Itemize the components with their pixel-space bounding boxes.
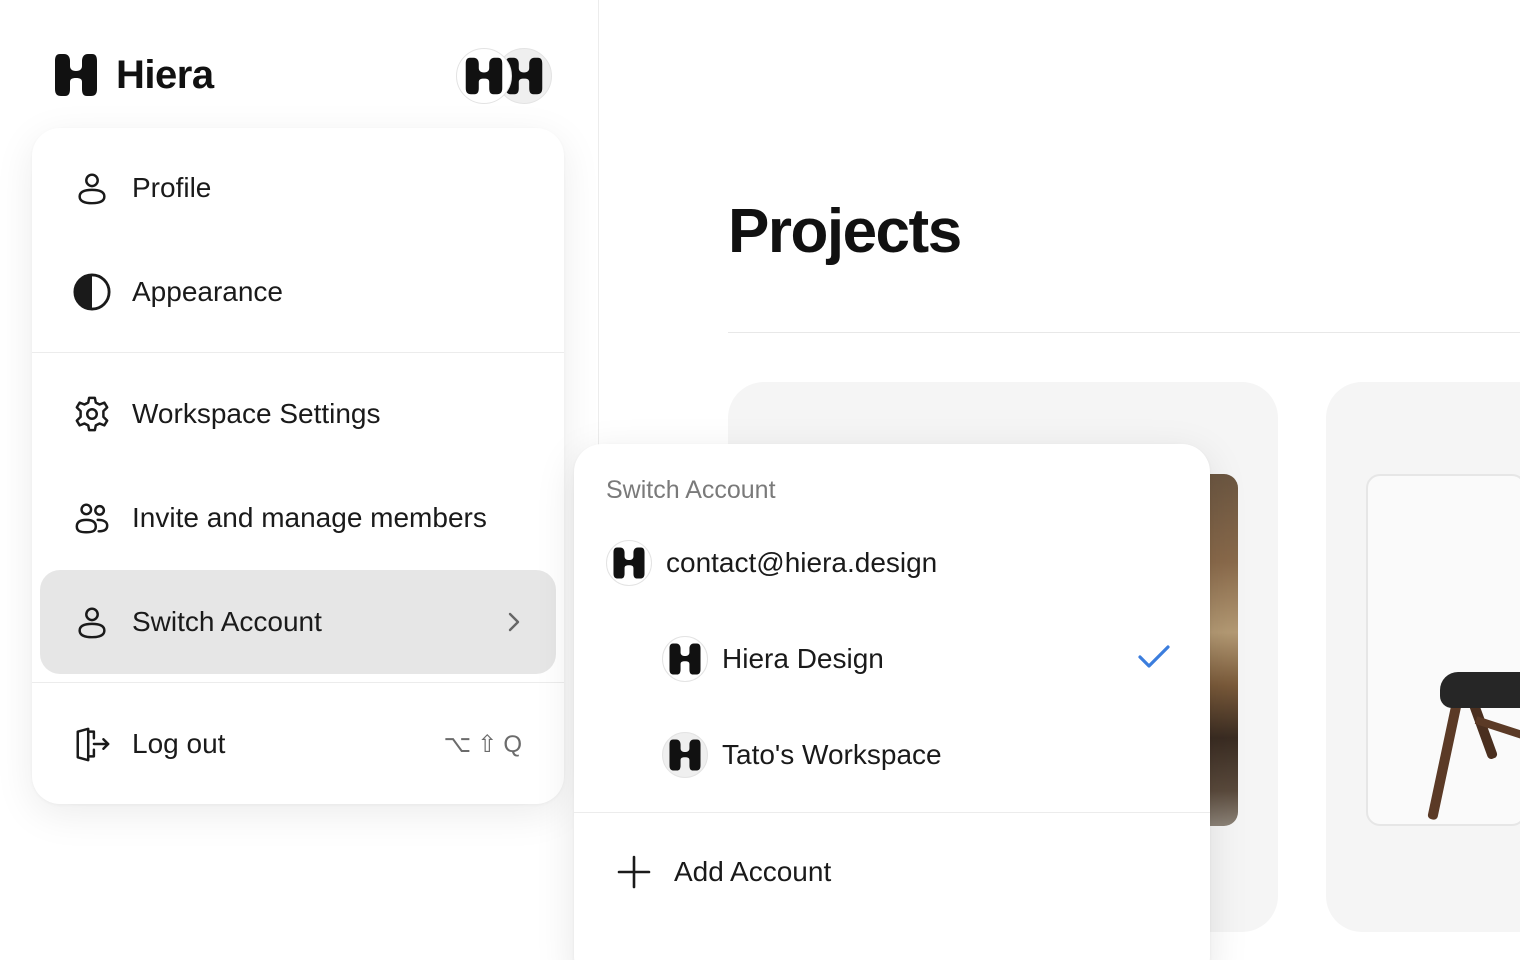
account-row[interactable]: contact@hiera.design xyxy=(606,540,937,586)
menu-item-label: Profile xyxy=(132,172,212,203)
account-avatar[interactable] xyxy=(456,48,512,104)
workspace-row-hiera-design[interactable]: Hiera Design xyxy=(662,636,884,682)
menu-item-profile[interactable]: Profile xyxy=(40,136,556,240)
checkmark-icon xyxy=(1138,645,1170,668)
account-avatar xyxy=(606,540,652,586)
menu-item-switch-account[interactable]: Switch Account xyxy=(40,570,556,674)
switch-account-submenu: Switch Account contact@hiera.design Hier… xyxy=(574,444,1210,960)
brand-name: Hiera xyxy=(116,52,214,97)
menu-divider xyxy=(32,352,564,353)
brand[interactable]: Hiera xyxy=(54,52,214,98)
account-email: contact@hiera.design xyxy=(666,547,938,578)
people-icon xyxy=(72,498,112,538)
menu-item-workspace-settings[interactable]: Workspace Settings xyxy=(40,362,556,466)
add-account-button[interactable]: Add Account xyxy=(616,854,831,890)
plus-icon xyxy=(617,855,651,889)
menu-divider xyxy=(32,682,564,683)
half-circle-icon xyxy=(72,272,112,312)
submenu-divider xyxy=(574,812,1210,813)
add-account-label: Add Account xyxy=(674,856,832,887)
submenu-heading: Switch Account xyxy=(606,476,776,504)
workspace-avatar xyxy=(662,732,708,778)
project-thumbnail-chair xyxy=(1366,474,1520,826)
workspace-label: Tato's Workspace xyxy=(722,739,942,770)
menu-item-logout[interactable]: Log out ⌥⇧Q xyxy=(40,692,556,796)
person-icon xyxy=(72,602,112,642)
gear-icon xyxy=(72,394,112,434)
menu-item-label: Appearance xyxy=(132,276,284,307)
logout-shortcut: ⌥⇧Q xyxy=(443,730,528,758)
workspace-avatar xyxy=(662,636,708,682)
logout-icon xyxy=(72,724,112,764)
chevron-right-icon xyxy=(508,612,520,632)
workspace-row-tatos-workspace[interactable]: Tato's Workspace xyxy=(662,732,942,778)
hiera-logo-icon xyxy=(54,52,98,98)
menu-item-label: Workspace Settings xyxy=(132,398,381,429)
menu-item-label: Log out xyxy=(132,728,226,759)
menu-item-invite-members[interactable]: Invite and manage members xyxy=(40,466,556,570)
title-divider xyxy=(728,332,1520,333)
menu-item-label: Invite and manage members xyxy=(132,502,487,533)
avatar-group[interactable] xyxy=(456,48,552,104)
workspace-label: Hiera Design xyxy=(722,643,884,674)
page-title: Projects xyxy=(728,197,962,266)
person-icon xyxy=(72,168,112,208)
menu-item-label: Switch Account xyxy=(132,606,322,637)
profile-menu: Profile Appearance Workspace Settings In… xyxy=(32,128,564,804)
menu-item-appearance[interactable]: Appearance xyxy=(40,240,556,344)
sidebar: Hiera Profile Appearance Workspace Setti… xyxy=(0,0,599,960)
